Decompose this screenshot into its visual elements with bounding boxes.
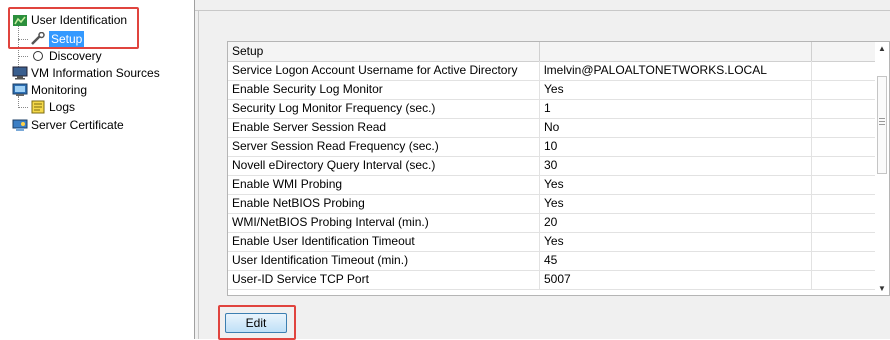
table-row[interactable]: Security Log Monitor Frequency (sec.) 1 bbox=[228, 99, 876, 119]
table-header: Setup bbox=[228, 42, 876, 62]
panel-border bbox=[195, 10, 890, 11]
setting-extra bbox=[812, 118, 876, 137]
setting-name: Security Log Monitor Frequency (sec.) bbox=[228, 99, 540, 118]
setting-value: 5007 bbox=[540, 270, 812, 289]
highlight-annotation-box bbox=[218, 305, 296, 340]
setting-value: No bbox=[540, 118, 812, 137]
setting-value: 1 bbox=[540, 99, 812, 118]
setting-extra bbox=[812, 156, 876, 175]
setup-panel: Setup Service Logon Account Username for… bbox=[195, 0, 890, 340]
tree-item-label: Logs bbox=[49, 100, 76, 114]
logs-icon bbox=[30, 100, 46, 114]
tree-item-monitoring[interactable]: Monitoring bbox=[12, 82, 87, 98]
tree-connector bbox=[18, 107, 28, 108]
setting-value: Yes bbox=[540, 175, 812, 194]
setting-value: 30 bbox=[540, 156, 812, 175]
table-row[interactable]: User-ID Service TCP Port 5007 bbox=[228, 270, 876, 290]
table-row[interactable]: User Identification Timeout (min.) 45 bbox=[228, 251, 876, 271]
setting-extra bbox=[812, 251, 876, 270]
discovery-radio-icon bbox=[30, 49, 46, 63]
highlight-annotation-box bbox=[8, 7, 139, 49]
tree-item-label: VM Information Sources bbox=[31, 66, 160, 80]
panel-border bbox=[198, 10, 199, 339]
table-row[interactable]: Enable NetBIOS Probing Yes bbox=[228, 194, 876, 214]
table-row[interactable]: Enable Security Log Monitor Yes bbox=[228, 80, 876, 100]
table-row[interactable]: Novell eDirectory Query Interval (sec.) 3… bbox=[228, 156, 876, 176]
setting-name: Enable Security Log Monitor bbox=[228, 80, 540, 99]
setting-extra bbox=[812, 232, 876, 251]
setting-name: Enable Server Session Read bbox=[228, 118, 540, 137]
table-row[interactable]: WMI/NetBIOS Probing Interval (min.) 20 bbox=[228, 213, 876, 233]
scroll-down-arrow-icon[interactable]: ▼ bbox=[878, 284, 886, 293]
setting-name: Novell eDirectory Query Interval (sec.) bbox=[228, 156, 540, 175]
setting-extra bbox=[812, 175, 876, 194]
setting-name: Server Session Read Frequency (sec.) bbox=[228, 137, 540, 156]
table-row[interactable]: Service Logon Account Username for Activ… bbox=[228, 61, 876, 81]
setting-value: 10 bbox=[540, 137, 812, 156]
navigation-tree: User Identification Setup Discovery VM I… bbox=[0, 0, 195, 339]
tree-item-label: Discovery bbox=[49, 49, 102, 63]
setting-name: User-ID Service TCP Port bbox=[228, 270, 540, 289]
setting-value: Yes bbox=[540, 232, 812, 251]
setting-value: Yes bbox=[540, 194, 812, 213]
setting-extra bbox=[812, 213, 876, 232]
setting-value: 20 bbox=[540, 213, 812, 232]
column-header-extra[interactable] bbox=[812, 42, 876, 61]
monitoring-icon bbox=[12, 83, 28, 97]
setting-extra bbox=[812, 270, 876, 289]
scrollbar-grip-icon bbox=[879, 118, 885, 127]
server-certificate-icon bbox=[12, 118, 28, 132]
vm-monitor-icon bbox=[12, 66, 28, 80]
table-row[interactable]: Enable WMI Probing Yes bbox=[228, 175, 876, 195]
setting-extra bbox=[812, 137, 876, 156]
setting-extra bbox=[812, 61, 876, 80]
setting-value: 45 bbox=[540, 251, 812, 270]
setting-value: lmelvin@PALOALTONETWORKS.LOCAL bbox=[540, 61, 812, 80]
setting-value: Yes bbox=[540, 80, 812, 99]
setting-name: User Identification Timeout (min.) bbox=[228, 251, 540, 270]
tree-item-server-certificate[interactable]: Server Certificate bbox=[12, 117, 124, 133]
table-row[interactable]: Server Session Read Frequency (sec.) 10 bbox=[228, 137, 876, 157]
setup-properties-table: Setup Service Logon Account Username for… bbox=[227, 41, 877, 296]
tree-item-label: Server Certificate bbox=[31, 118, 124, 132]
tree-item-label: Monitoring bbox=[31, 83, 88, 97]
tree-item-logs[interactable]: Logs bbox=[30, 99, 75, 115]
column-header-value[interactable] bbox=[540, 42, 812, 61]
setting-name: Enable User Identification Timeout bbox=[228, 232, 540, 251]
setting-name: Enable NetBIOS Probing bbox=[228, 194, 540, 213]
setting-extra bbox=[812, 80, 876, 99]
setting-name: Enable WMI Probing bbox=[228, 175, 540, 194]
vertical-scrollbar[interactable]: ▲ ▼ bbox=[875, 41, 890, 296]
table-row[interactable]: Enable User Identification Timeout Yes bbox=[228, 232, 876, 252]
tree-item-vm-information-sources[interactable]: VM Information Sources bbox=[12, 65, 160, 81]
scroll-up-arrow-icon[interactable]: ▲ bbox=[878, 44, 886, 53]
setting-name: Service Logon Account Username for Activ… bbox=[228, 61, 540, 80]
setting-extra bbox=[812, 194, 876, 213]
table-row[interactable]: Enable Server Session Read No bbox=[228, 118, 876, 138]
setting-extra bbox=[812, 99, 876, 118]
setting-name: WMI/NetBIOS Probing Interval (min.) bbox=[228, 213, 540, 232]
tree-item-discovery[interactable]: Discovery bbox=[30, 48, 102, 64]
tree-connector bbox=[18, 56, 28, 57]
column-header-setup[interactable]: Setup bbox=[228, 42, 540, 61]
